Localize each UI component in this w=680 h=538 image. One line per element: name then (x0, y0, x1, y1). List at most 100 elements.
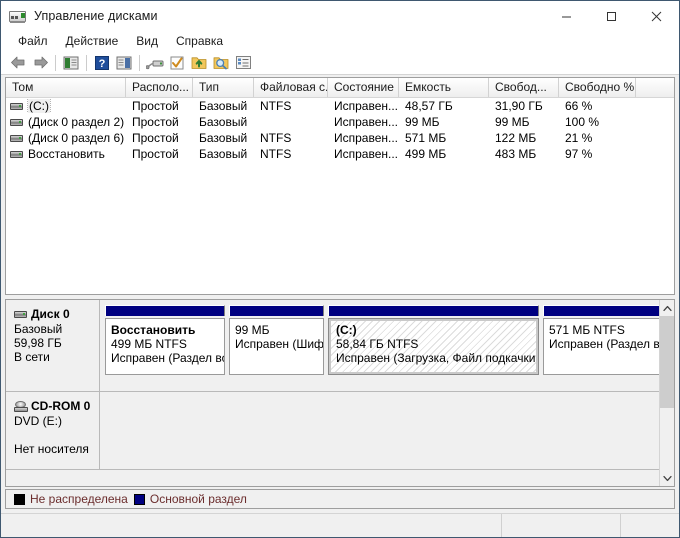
partition-color-bar (543, 305, 665, 316)
volume-cell-name: Восстановить (6, 147, 126, 161)
partition-size-fs: 499 МБ NTFS (111, 337, 187, 351)
partition-body: 99 МБ Исправен (Шиф (229, 318, 324, 375)
menu-view[interactable]: Вид (127, 32, 167, 51)
disk-type: Базовый (14, 322, 63, 336)
show-console-tree-icon[interactable] (60, 52, 82, 74)
toolbar-separator (55, 54, 56, 71)
volume-cell-type: Базовый (199, 115, 248, 129)
forward-icon[interactable] (29, 52, 51, 74)
menu-file[interactable]: Файл (9, 32, 57, 51)
export-list-icon[interactable] (188, 52, 210, 74)
scrollbar-thumb[interactable] (660, 316, 674, 408)
status-bar (1, 513, 679, 537)
scroll-down-icon[interactable] (660, 470, 674, 486)
partition-size-fs: 571 МБ NTFS (549, 323, 625, 337)
rescan-disks-icon[interactable] (144, 52, 166, 74)
table-row[interactable]: (Диск 0 раздел 2) Простой Базовый Исправ… (6, 114, 674, 130)
column-header-type[interactable]: Тип (193, 78, 254, 97)
volume-icon (10, 134, 23, 142)
graphical-view-inner: Диск 0 Базовый 59,98 ГБ В сети Восстанов… (6, 300, 665, 486)
graphical-view-scrollbar[interactable] (659, 300, 674, 486)
volume-cell-layout: Простой (132, 99, 179, 113)
table-row[interactable]: (Диск 0 раздел 6) Простой Базовый NTFS И… (6, 130, 674, 146)
disk-size: 59,98 ГБ (14, 336, 62, 350)
scroll-up-icon[interactable] (660, 300, 674, 316)
legend: Не распределена Основной раздел (5, 489, 675, 509)
list-view-icon[interactable] (232, 52, 254, 74)
disk-row-disk0[interactable]: Диск 0 Базовый 59,98 ГБ В сети Восстанов… (6, 300, 665, 392)
svg-text:?: ? (99, 58, 106, 70)
volume-cell-name: (Диск 0 раздел 2) (6, 115, 126, 129)
cdrom-empty-area (100, 392, 659, 469)
disk-size-spacer (14, 428, 99, 442)
scrollbar-track[interactable] (660, 316, 674, 470)
column-header-volume[interactable]: Том (6, 78, 126, 97)
toolbar-separator (139, 54, 140, 71)
disk-row-cdrom0[interactable]: CD-ROM 0 DVD (E:) Нет носителя (6, 392, 659, 470)
partition-label: Восстановить (111, 323, 196, 337)
menu-action[interactable]: Действие (57, 32, 128, 51)
close-button[interactable] (634, 1, 679, 31)
volume-cell-status: Исправен... (334, 147, 399, 161)
toolbar: ? (1, 51, 679, 75)
volume-cell-type: Базовый (199, 99, 248, 113)
help-icon[interactable]: ? (91, 52, 113, 74)
legend-item-unallocated: Не распределена (14, 492, 128, 506)
partition-status: Исправен (Раздел восс (549, 337, 664, 351)
disk-status: В сети (14, 350, 50, 364)
partition-status: Исправен (Раздел вос (111, 351, 225, 365)
status-bar-main (1, 514, 502, 537)
column-header-filesystem[interactable]: Файловая с... (254, 78, 328, 97)
volume-cell-status: Исправен... (334, 131, 399, 145)
zoom-icon[interactable] (210, 52, 232, 74)
column-header-filler[interactable] (636, 78, 674, 97)
volume-cell-filesystem: NTFS (260, 99, 292, 113)
column-header-status[interactable]: Состояние (328, 78, 399, 97)
volume-cell-free: 99 МБ (495, 115, 530, 129)
volume-cell-capacity: 48,57 ГБ (405, 99, 453, 113)
legend-swatch-unallocated (14, 493, 25, 505)
partition-color-bar (328, 305, 539, 316)
volume-cell-free: 122 МБ (495, 131, 537, 145)
properties-icon[interactable] (166, 52, 188, 74)
volume-cell-filesystem: NTFS (260, 131, 292, 145)
volume-cell-free-percent: 66 % (565, 99, 593, 113)
show-action-pane-icon[interactable] (113, 52, 135, 74)
column-header-capacity[interactable]: Емкость (399, 78, 489, 97)
minimize-button[interactable] (544, 1, 589, 31)
table-row[interactable]: (C:) Простой Базовый NTFS Исправен... 48… (6, 98, 674, 114)
volume-icon (10, 150, 23, 158)
volume-cell-free-percent: 97 % (565, 147, 593, 161)
disk-status: Нет носителя (14, 442, 89, 456)
partition-recovery[interactable]: Восстановить 499 МБ NTFS Исправен (Разде… (105, 305, 225, 375)
partition-status: Исправен (Шиф (235, 337, 324, 351)
disk-info-cdrom0: CD-ROM 0 DVD (E:) Нет носителя (6, 392, 100, 469)
volume-cell-layout: Простой (132, 147, 179, 161)
partition-color-bar (229, 305, 324, 316)
volume-cell-type: Базовый (199, 147, 248, 161)
partition-efi[interactable]: 99 МБ Исправен (Шиф (229, 305, 324, 375)
title-bar: Управление дисками (1, 1, 679, 31)
partition-c-drive[interactable]: (C:) 58,84 ГБ NTFS Исправен (Загрузка, Ф… (328, 305, 539, 375)
menu-bar: Файл Действие Вид Справка (1, 31, 679, 51)
graphical-view-panel: Диск 0 Базовый 59,98 ГБ В сети Восстанов… (5, 299, 675, 487)
menu-help[interactable]: Справка (167, 32, 232, 51)
column-header-layout[interactable]: Располо... (126, 78, 193, 97)
back-icon[interactable] (7, 52, 29, 74)
legend-label-unallocated: Не распределена (30, 492, 128, 506)
volume-cell-filesystem: NTFS (260, 147, 292, 161)
volume-cell-capacity: 499 МБ (405, 147, 447, 161)
disk-title: CD-ROM 0 (14, 399, 99, 413)
volume-cell-free-percent: 21 % (565, 131, 593, 145)
disk-management-icon (9, 8, 27, 24)
column-header-free[interactable]: Свобод... (489, 78, 559, 97)
maximize-button[interactable] (589, 1, 634, 31)
disk-name: CD-ROM 0 (31, 399, 91, 413)
partition-recovery-2[interactable]: 571 МБ NTFS Исправен (Раздел восс (543, 305, 665, 375)
partition-color-bar (105, 305, 225, 316)
partition-size-fs: 99 МБ (235, 323, 270, 337)
column-header-free-percent[interactable]: Свободно % (559, 78, 636, 97)
table-row[interactable]: Восстановить Простой Базовый NTFS Исправ… (6, 146, 674, 162)
cdrom-icon (14, 400, 28, 412)
partition-label: (C:) (336, 323, 357, 337)
